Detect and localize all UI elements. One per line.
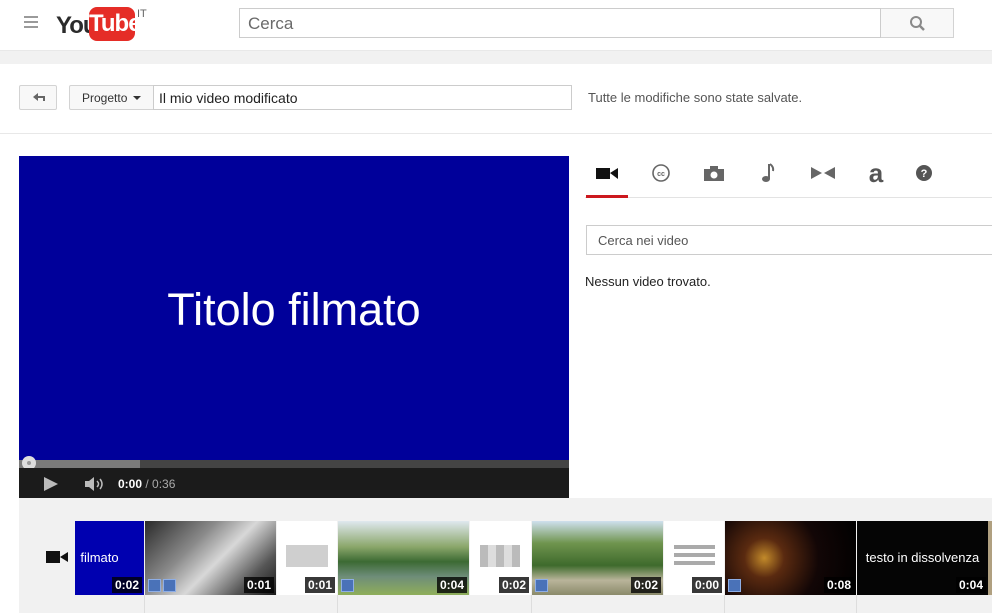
clip-label: testo in dissolvenza bbox=[865, 550, 980, 565]
timeline-clip[interactable]: testo in dissolvenza 0:04 bbox=[857, 521, 988, 595]
timeline-clip[interactable]: 0:01 bbox=[145, 521, 276, 595]
track-separator bbox=[856, 595, 857, 613]
music-note-icon bbox=[762, 163, 775, 182]
project-label: Progetto bbox=[82, 91, 128, 105]
trim-icon bbox=[728, 579, 741, 592]
tabs-underline bbox=[585, 197, 992, 198]
search-input[interactable]: Cerca bbox=[239, 8, 881, 38]
clip-duration: 0:01 bbox=[243, 577, 274, 593]
timeline-clip-edge bbox=[988, 521, 992, 595]
empty-results-message: Nessun video trovato. bbox=[585, 274, 711, 289]
search-button[interactable] bbox=[881, 8, 954, 38]
logo-tube-text: Tube bbox=[89, 7, 142, 41]
clip-duration: 0:02 bbox=[111, 577, 142, 593]
video-camera-icon bbox=[596, 168, 618, 179]
magic-wand-icon bbox=[163, 579, 176, 592]
timeline-clip[interactable]: 0:08 bbox=[725, 521, 856, 595]
track-separator bbox=[724, 595, 725, 613]
transition-icon bbox=[811, 167, 835, 179]
header-separator bbox=[0, 50, 992, 64]
clip-duration: 0:01 bbox=[304, 577, 335, 593]
tab-videos[interactable] bbox=[592, 160, 622, 186]
project-name-input[interactable]: Il mio video modificato bbox=[153, 85, 572, 110]
video-track-icon bbox=[46, 551, 68, 563]
tab-transitions[interactable] bbox=[808, 160, 838, 186]
volume-icon[interactable] bbox=[84, 476, 108, 492]
progress-bar[interactable] bbox=[19, 460, 569, 468]
clip-duration: 0:02 bbox=[498, 577, 529, 593]
timeline-clip[interactable]: 0:01 bbox=[277, 521, 337, 595]
transition-thumb bbox=[286, 545, 328, 567]
total-duration: / 0:36 bbox=[145, 477, 176, 491]
title-card-text: Titolo filmato bbox=[167, 284, 421, 335]
clip-effects bbox=[728, 579, 741, 592]
clip-effects bbox=[341, 579, 354, 592]
clip-label: filmato bbox=[80, 550, 119, 565]
video-player[interactable]: Titolo filmato bbox=[19, 156, 569, 498]
active-tab-indicator bbox=[586, 195, 628, 198]
clip-duration: 0:00 bbox=[691, 577, 722, 593]
video-search-input[interactable]: Cerca nei video bbox=[586, 225, 992, 255]
save-status: Tutte le modifiche sono state salvate. bbox=[588, 90, 803, 105]
tab-cc[interactable]: cc bbox=[646, 160, 676, 186]
clip-effects bbox=[535, 579, 548, 592]
country-code: IT bbox=[137, 8, 147, 20]
tab-audio[interactable] bbox=[753, 160, 783, 186]
clip-duration: 0:02 bbox=[630, 577, 661, 593]
search-icon bbox=[910, 16, 925, 31]
svg-text:cc: cc bbox=[657, 171, 665, 178]
trim-icon bbox=[535, 579, 548, 592]
clip-duration: 0:04 bbox=[436, 577, 467, 593]
clip-effects bbox=[148, 579, 176, 592]
timeline-clip[interactable]: 0:02 bbox=[532, 521, 663, 595]
tab-help[interactable]: ? bbox=[909, 160, 939, 186]
track-separator bbox=[337, 595, 338, 613]
svg-text:?: ? bbox=[921, 168, 928, 180]
transition-thumb bbox=[674, 545, 715, 567]
help-icon: ? bbox=[916, 165, 932, 181]
timeline-clip[interactable]: filmato 0:02 bbox=[75, 521, 144, 595]
back-arrow-icon bbox=[33, 93, 45, 101]
time-display: 0:00 / 0:36 bbox=[118, 477, 175, 491]
play-icon[interactable] bbox=[42, 476, 60, 492]
cc-icon: cc bbox=[652, 164, 670, 182]
timeline-clip[interactable]: 0:00 bbox=[664, 521, 724, 595]
clip-duration: 0:08 bbox=[823, 577, 854, 593]
timeline-clip[interactable]: 0:04 bbox=[338, 521, 469, 595]
buffered-bar bbox=[19, 460, 140, 468]
current-time: 0:00 bbox=[118, 477, 143, 491]
photo-camera-icon bbox=[704, 166, 724, 181]
tab-text[interactable]: a bbox=[861, 160, 891, 186]
track-separator bbox=[144, 595, 145, 613]
back-button[interactable] bbox=[19, 85, 57, 110]
tab-photos[interactable] bbox=[699, 160, 729, 186]
trim-icon bbox=[341, 579, 354, 592]
clip-duration: 0:04 bbox=[955, 577, 986, 593]
transition-thumb bbox=[480, 545, 520, 567]
trim-icon bbox=[148, 579, 161, 592]
timeline-clip[interactable]: 0:02 bbox=[470, 521, 531, 595]
menu-icon[interactable] bbox=[24, 16, 38, 30]
svg-text:a: a bbox=[869, 161, 884, 185]
text-icon: a bbox=[869, 161, 884, 185]
toolbar-divider bbox=[0, 133, 992, 134]
track-separator bbox=[531, 595, 532, 613]
project-dropdown[interactable]: Progetto bbox=[69, 85, 154, 110]
chevron-down-icon bbox=[133, 96, 142, 100]
